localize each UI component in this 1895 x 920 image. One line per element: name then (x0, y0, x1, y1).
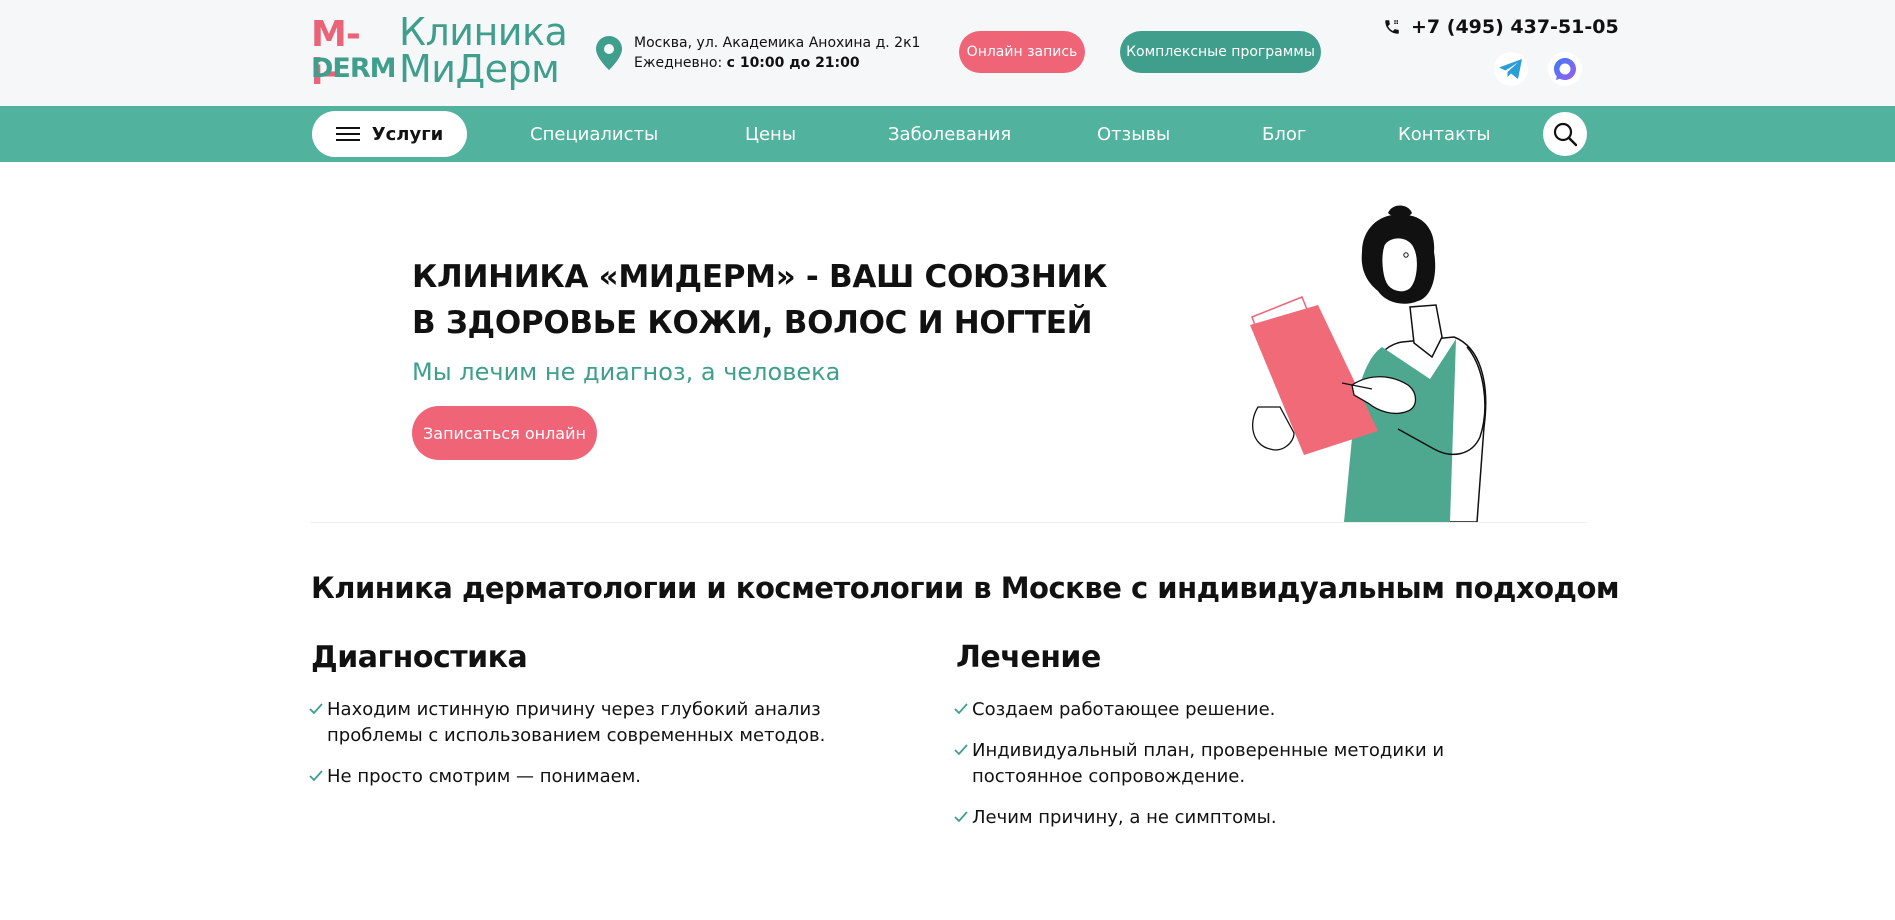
services-label: Услуги (371, 123, 444, 145)
address-street: Москва, ул. Академика Анохина д. 2к1 (634, 35, 921, 51)
menu-icon (335, 127, 360, 141)
book-online-button[interactable]: Записаться онлайн (412, 406, 597, 460)
check-icon (309, 703, 323, 715)
check-icon (954, 811, 968, 823)
nav-contacts[interactable]: Контакты (1398, 106, 1491, 162)
complex-programs-button[interactable]: Комплексные программы (1120, 31, 1321, 73)
location-pin-icon (596, 36, 622, 70)
telegram-link[interactable] (1494, 52, 1528, 86)
nav-specialists[interactable]: Специалисты (530, 106, 658, 162)
services-menu-button[interactable]: Услуги (312, 111, 467, 157)
diagnostics-list: Находим истинную причину через глубокий … (309, 697, 871, 805)
nav-reviews[interactable]: Отзывы (1097, 106, 1170, 162)
logo-mark: M-i- DERM (311, 16, 397, 92)
logo-line-1: Клиника (399, 10, 568, 54)
treatment-list: Создаем работающее решение. Индивидуальн… (954, 697, 1516, 846)
nav-blog[interactable]: Блог (1262, 106, 1306, 162)
hero-divider (311, 522, 1587, 523)
hero-title-line-1: КЛИНИКА «МИДЕРМ» - ВАШ СОЮЗНИК (412, 259, 1108, 295)
hero-title-line-2: В ЗДОРОВЬЕ КОЖИ, ВОЛОС И НОГТЕЙ (412, 305, 1093, 341)
list-item: Не просто смотрим — понимаем. (309, 764, 871, 790)
check-icon (954, 744, 968, 756)
logo-mark-bottom: DERM (311, 53, 397, 84)
clinic-address: Москва, ул. Академика Анохина д. 2к1 Еже… (596, 33, 920, 73)
logo-line-2: МиДерм (399, 47, 560, 91)
site-header: M-i- DERM Клиника МиДерм Москва, ул. Ака… (0, 0, 1895, 106)
search-icon (1553, 122, 1578, 147)
address-lines: Москва, ул. Академика Анохина д. 2к1 Еже… (634, 33, 920, 73)
search-button[interactable] (1543, 112, 1587, 156)
list-item: Находим истинную причину через глубокий … (309, 697, 871, 749)
clinic-logo[interactable]: M-i- DERM Клиника МиДерм (311, 10, 568, 92)
telegram-icon (1499, 59, 1522, 79)
check-icon (309, 770, 323, 782)
list-item: Создаем работающее решение. (954, 697, 1516, 723)
nav-prices[interactable]: Цены (745, 106, 796, 162)
diagnostics-title: Диагностика (311, 640, 528, 675)
nav-diseases[interactable]: Заболевания (888, 106, 1011, 162)
section-title: Клиника дерматологии и косметологии в Мо… (311, 571, 1620, 605)
doctor-illustration (1250, 205, 1487, 522)
max-messenger-icon (1554, 58, 1576, 80)
online-booking-button[interactable]: Онлайн запись (959, 31, 1085, 73)
treatment-title: Лечение (956, 640, 1101, 675)
phone-number: +7 (495) 437-51-05 (1411, 16, 1619, 38)
hero-subtitle: Мы лечим не диагноз, а человека (412, 358, 841, 386)
address-hours: Ежедневно: с 10:00 до 21:00 (634, 55, 860, 71)
main-navigation: Услуги Специалисты Цены Заболевания Отзы… (0, 106, 1895, 162)
phone-icon (1385, 20, 1399, 34)
logo-text: Клиника МиДерм (399, 10, 568, 91)
list-item: Лечим причину, а не симптомы. (954, 805, 1516, 831)
list-item: Индивидуальный план, проверенные методик… (954, 738, 1516, 790)
hero-title: КЛИНИКА «МИДЕРМ» - ВАШ СОЮЗНИК В ЗДОРОВЬ… (412, 254, 1112, 346)
max-messenger-link[interactable] (1548, 52, 1582, 86)
check-icon (954, 703, 968, 715)
phone-link[interactable]: +7 (495) 437-51-05 (1383, 16, 1619, 38)
